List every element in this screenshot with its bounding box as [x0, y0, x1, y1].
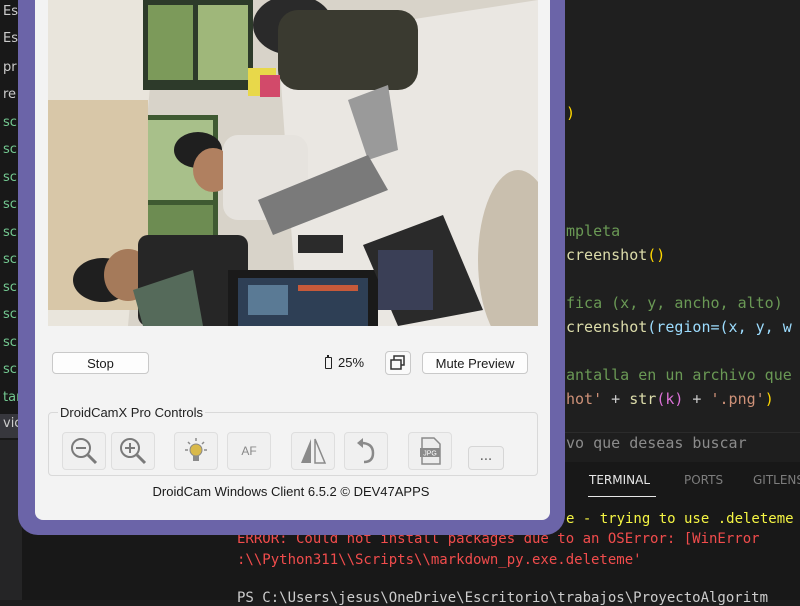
explorer-item[interactable]: sc: [3, 142, 17, 157]
rotate-button[interactable]: [344, 432, 388, 470]
tab-terminal[interactable]: TERMINAL: [589, 473, 650, 487]
code-line: ): [566, 104, 576, 122]
client-version-footer: DroidCam Windows Client 6.5.2 © DEV47APP…: [152, 484, 430, 499]
more-button[interactable]: ...: [468, 446, 504, 470]
battery-icon: [325, 355, 332, 369]
camera-preview-image: [48, 0, 538, 326]
terminal-line: e - trying to use .deleteme: [566, 511, 794, 527]
explorer-item[interactable]: sc: [3, 362, 17, 377]
search-hint[interactable]: vo que deseas buscar: [566, 434, 747, 452]
code-line: mpleta: [566, 222, 621, 240]
code-line: antalla en un archivo que: [566, 366, 792, 384]
svg-text:JPG: JPG: [423, 451, 437, 458]
popout-icon: [390, 355, 405, 370]
zoom-out-button[interactable]: [62, 432, 106, 470]
stop-button[interactable]: Stop: [52, 352, 149, 374]
explorer-item[interactable]: pr: [3, 60, 17, 75]
explorer-item[interactable]: sc: [3, 280, 17, 295]
active-tab-indicator: [588, 496, 656, 497]
explorer-item[interactable]: re: [3, 87, 16, 102]
flash-button[interactable]: [174, 432, 218, 470]
flash-icon: [185, 438, 207, 461]
autofocus-button[interactable]: AF: [227, 432, 271, 470]
zoom-in-button[interactable]: [111, 432, 155, 470]
tab-ports[interactable]: PORTS: [684, 473, 723, 487]
camera-preview: [48, 0, 538, 326]
code-line: fica (x, y, ancho, alto): [566, 294, 783, 312]
autofocus-icon: AF: [241, 444, 257, 458]
pro-controls-title: DroidCamX Pro Controls: [58, 405, 206, 420]
explorer-item[interactable]: sc: [3, 197, 17, 212]
snapshot-button[interactable]: JPG: [408, 432, 452, 470]
mute-preview-button[interactable]: Mute Preview: [422, 352, 528, 374]
zoom-in-icon: [120, 438, 147, 465]
explorer-item[interactable]: sc: [3, 335, 17, 350]
code-line: creenshot(): [566, 246, 666, 264]
terminal-line: :\\Python311\\Scripts\\markdown_py.exe.d…: [237, 552, 642, 568]
jpg-icon: JPG: [420, 437, 441, 465]
explorer-item[interactable]: Es: [3, 31, 18, 46]
explorer-item[interactable]: sc: [3, 170, 17, 185]
explorer-item[interactable]: Es: [3, 4, 18, 19]
battery-level: 25%: [338, 355, 365, 370]
explorer-item[interactable]: sc: [3, 307, 17, 322]
popout-button[interactable]: [385, 351, 411, 375]
rotate-icon: [357, 438, 375, 464]
zoom-out-icon: [71, 438, 98, 465]
tab-gitlens[interactable]: GITLENS: [753, 473, 800, 487]
explorer-item[interactable]: sc: [3, 225, 17, 240]
mirror-icon: [301, 438, 327, 464]
code-line: hot' + str(k) + '.png'): [566, 390, 774, 408]
terminal-line: PS C:\Users\jesus\OneDrive\Escritorio\tr…: [237, 590, 769, 606]
explorer-item[interactable]: sc: [3, 252, 17, 267]
code-line: creenshot(region=(x, y, w: [566, 318, 792, 336]
mirror-button[interactable]: [291, 432, 335, 470]
explorer-item[interactable]: sc: [3, 115, 17, 130]
